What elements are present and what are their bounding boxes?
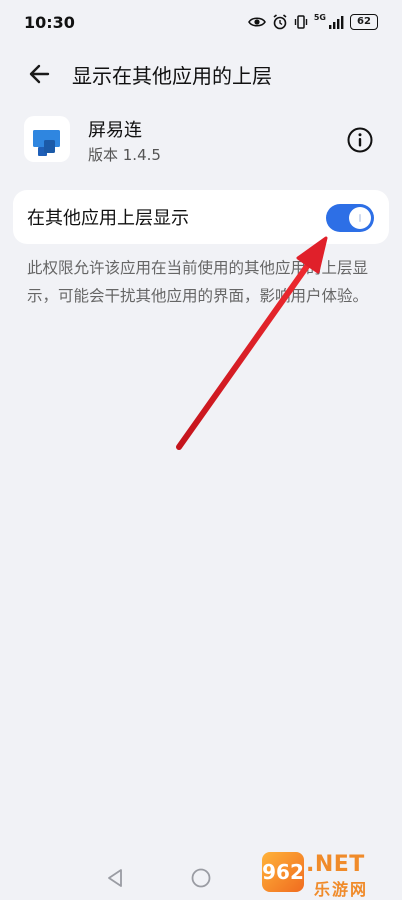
nav-back-icon[interactable] [104, 866, 126, 894]
permission-label: 在其他应用上层显示 [27, 208, 189, 229]
permission-card: 在其他应用上层显示 [13, 190, 389, 244]
app-version: 版本 1.4.5 [88, 146, 161, 164]
alarm-icon [272, 14, 288, 30]
page-title: 显示在其他应用的上层 [72, 64, 272, 88]
back-arrow-icon[interactable] [24, 58, 56, 90]
app-info: 屏易连 版本 1.4.5 [0, 108, 402, 172]
permission-description: 此权限允许该应用在当前使用的其他应用的上层显示，可能会干扰其他应用的界面，影响用… [27, 259, 369, 305]
app-bar: 显示在其他应用的上层 [0, 44, 402, 104]
watermark-sub: 乐游网 [314, 880, 369, 899]
watermark-logo: 962 [262, 852, 304, 892]
status-icons: 5G 62 [247, 13, 378, 31]
app-name: 屏易连 [88, 120, 142, 141]
vibrate-icon [294, 14, 308, 30]
battery-icon: 62 [350, 14, 378, 30]
info-icon[interactable] [346, 126, 374, 154]
signal-icon [328, 15, 344, 29]
toggle-knob [349, 207, 371, 229]
network-type: 5G [313, 13, 326, 22]
monitor-app-icon [24, 116, 70, 162]
watermark-text: .NET [306, 852, 365, 877]
status-time: 10:30 [24, 13, 75, 32]
watermark: 962 .NET 乐游网 [262, 852, 396, 899]
overlay-permission-toggle[interactable] [326, 204, 374, 232]
eye-icon [247, 15, 266, 29]
nav-home-icon[interactable] [190, 867, 212, 893]
status-bar: 10:30 5G 62 [0, 0, 402, 44]
